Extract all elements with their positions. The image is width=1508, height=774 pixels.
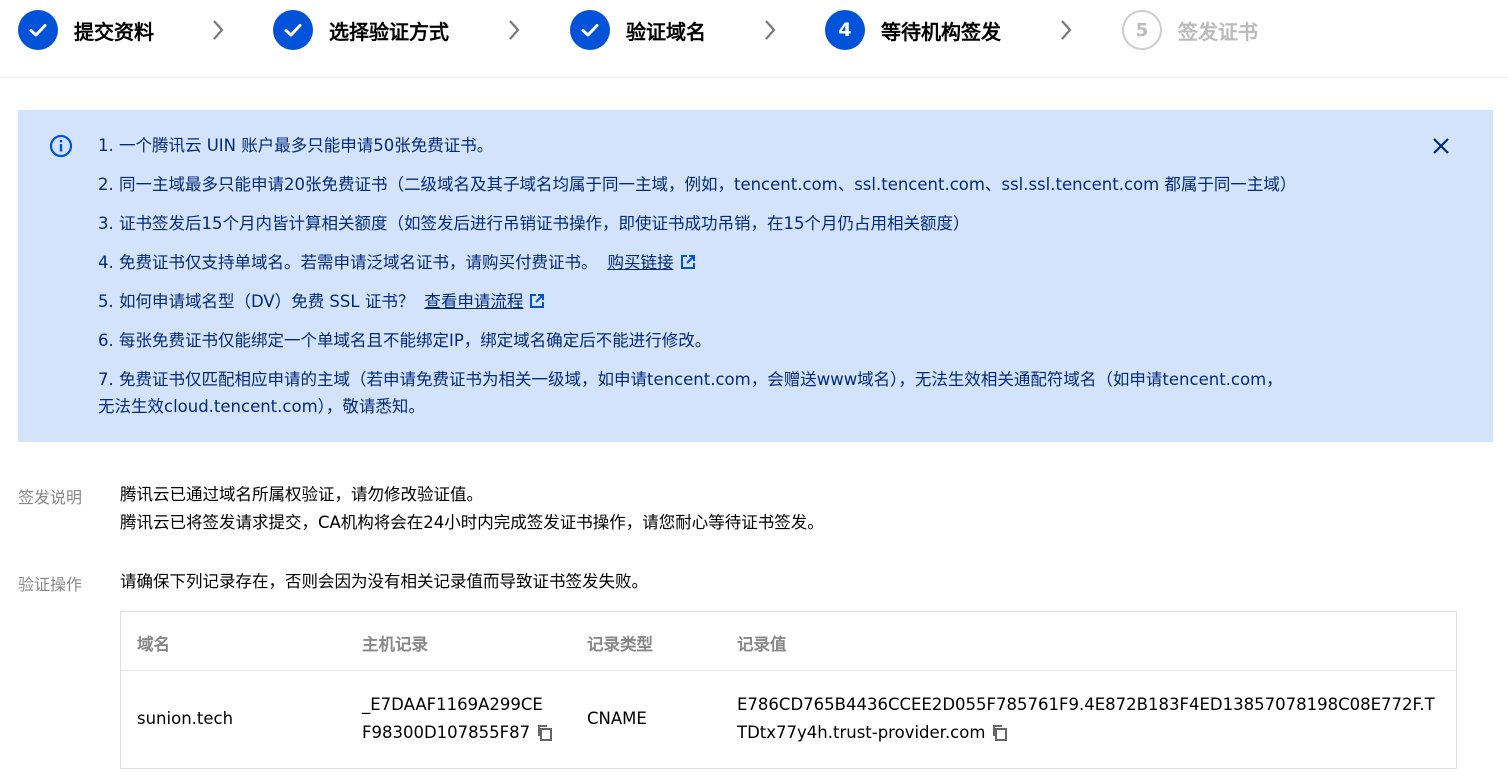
- check-icon: [273, 10, 313, 50]
- copy-icon[interactable]: [536, 724, 554, 742]
- header-value: 记录值: [737, 635, 787, 654]
- issue-label: 签发说明: [18, 488, 83, 507]
- host-line-2: F98300D107855F87: [362, 719, 554, 747]
- info-icon: [49, 134, 73, 158]
- notice-item-text: 5. 如何申请域名型（DV）免费 SSL 证书？: [98, 292, 415, 311]
- cell-type: CNAME: [587, 709, 647, 728]
- header-host: 主机记录: [362, 635, 428, 654]
- step-label: 选择验证方式: [329, 19, 449, 44]
- step-4: 4 等待机构签发: [825, 10, 1001, 50]
- notice-item: 7. 免费证书仅匹配相应申请的主域（若申请免费证书为相关一级域，如申请tence…: [98, 366, 1398, 420]
- step-5: 5 签发证书: [1122, 10, 1258, 50]
- notice-item: 5. 如何申请域名型（DV）免费 SSL 证书？ 查看申请流程: [98, 288, 1398, 315]
- external-link-icon[interactable]: [529, 293, 545, 309]
- issue-line: 腾讯云已通过域名所属权验证，请勿修改验证值。: [120, 485, 483, 504]
- step-number: 4: [825, 10, 865, 50]
- notice-list: 1. 一个腾讯云 UIN 账户最多只能申请50张免费证书。 2. 同一主域最多只…: [98, 132, 1398, 420]
- copy-icon[interactable]: [991, 724, 1009, 742]
- notice-item: 1. 一个腾讯云 UIN 账户最多只能申请50张免费证书。: [98, 136, 494, 155]
- host-line: _E7DAAF1169A299CE: [362, 695, 543, 714]
- chevron-right-icon: [509, 20, 520, 40]
- step-3: 验证域名: [570, 10, 706, 50]
- value-line: TDtx77y4h.trust-provider.com: [737, 723, 986, 742]
- process-link[interactable]: 查看申请流程: [424, 292, 523, 311]
- notice-item-text: 4. 免费证书仅支持单域名。若需申请泛域名证书，请购买付费证书。: [98, 253, 598, 272]
- cell-host: _E7DAAF1169A299CE F98300D107855F87: [362, 691, 554, 747]
- cell-value: E786CD765B4436CCEE2D055F785761F9.4E872B1…: [737, 691, 1435, 747]
- step-label: 签发证书: [1178, 19, 1258, 44]
- step-label: 等待机构签发: [881, 19, 1001, 44]
- notice-banner: 1. 一个腾讯云 UIN 账户最多只能申请50张免费证书。 2. 同一主域最多只…: [18, 110, 1493, 442]
- chevron-right-icon: [213, 20, 224, 40]
- check-icon: [570, 10, 610, 50]
- notice-item: 2. 同一主域最多只能申请20张免费证书（二级域名及其子域名均属于同一主域，例如…: [98, 175, 1297, 194]
- step-label: 验证域名: [626, 19, 706, 44]
- value-line: E786CD765B4436CCEE2D055F785761F9.4E872B1…: [737, 695, 1435, 714]
- issue-text: 腾讯云已通过域名所属权验证，请勿修改验证值。 腾讯云已将签发请求提交，CA机构将…: [120, 481, 824, 537]
- chevron-right-icon: [1061, 20, 1072, 40]
- step-number: 5: [1122, 10, 1162, 50]
- notice-item-text: 无法生效cloud.tencent.com），敬请悉知。: [98, 397, 425, 416]
- step-1: 提交资料: [18, 10, 154, 50]
- check-icon: [18, 10, 58, 50]
- notice-item-text: 7. 免费证书仅匹配相应申请的主域（若申请免费证书为相关一级域，如申请tence…: [98, 370, 1283, 389]
- buy-link[interactable]: 购买链接: [608, 253, 674, 272]
- steps-bar: 提交资料 选择验证方式 验证域名 4 等待机构签发 5 签发证书: [0, 0, 1508, 78]
- external-link-icon[interactable]: [680, 254, 696, 270]
- host-line: F98300D107855F87: [362, 723, 531, 742]
- close-icon[interactable]: [1431, 136, 1451, 156]
- verify-text: 请确保下列记录存在，否则会因为没有相关记录值而导致证书签发失败。: [120, 572, 648, 591]
- issue-line: 腾讯云已将签发请求提交，CA机构将会在24小时内完成签发证书操作，请您耐心等待证…: [120, 513, 824, 532]
- notice-item: 6. 每张免费证书仅能绑定一个单域名且不能绑定IP，绑定域名确定后不能进行修改。: [98, 331, 712, 350]
- cell-domain: sunion.tech: [137, 709, 234, 728]
- verify-label: 验证操作: [18, 575, 83, 594]
- table-header: 域名 主机记录 记录类型 记录值: [121, 612, 1456, 671]
- step-2: 选择验证方式: [273, 10, 449, 50]
- dns-record-table: 域名 主机记录 记录类型 记录值 sunion.tech _E7DAAF1169…: [120, 611, 1457, 769]
- value-line-2: TDtx77y4h.trust-provider.com: [737, 719, 1435, 747]
- notice-item: 4. 免费证书仅支持单域名。若需申请泛域名证书，请购买付费证书。 购买链接: [98, 249, 1398, 276]
- chevron-right-icon: [765, 20, 776, 40]
- header-domain: 域名: [137, 635, 170, 654]
- notice-item: 3. 证书签发后15个月内皆计算相关额度（如签发后进行吊销证书操作，即使证书成功…: [98, 214, 970, 233]
- step-label: 提交资料: [74, 19, 154, 44]
- header-type: 记录类型: [587, 635, 653, 654]
